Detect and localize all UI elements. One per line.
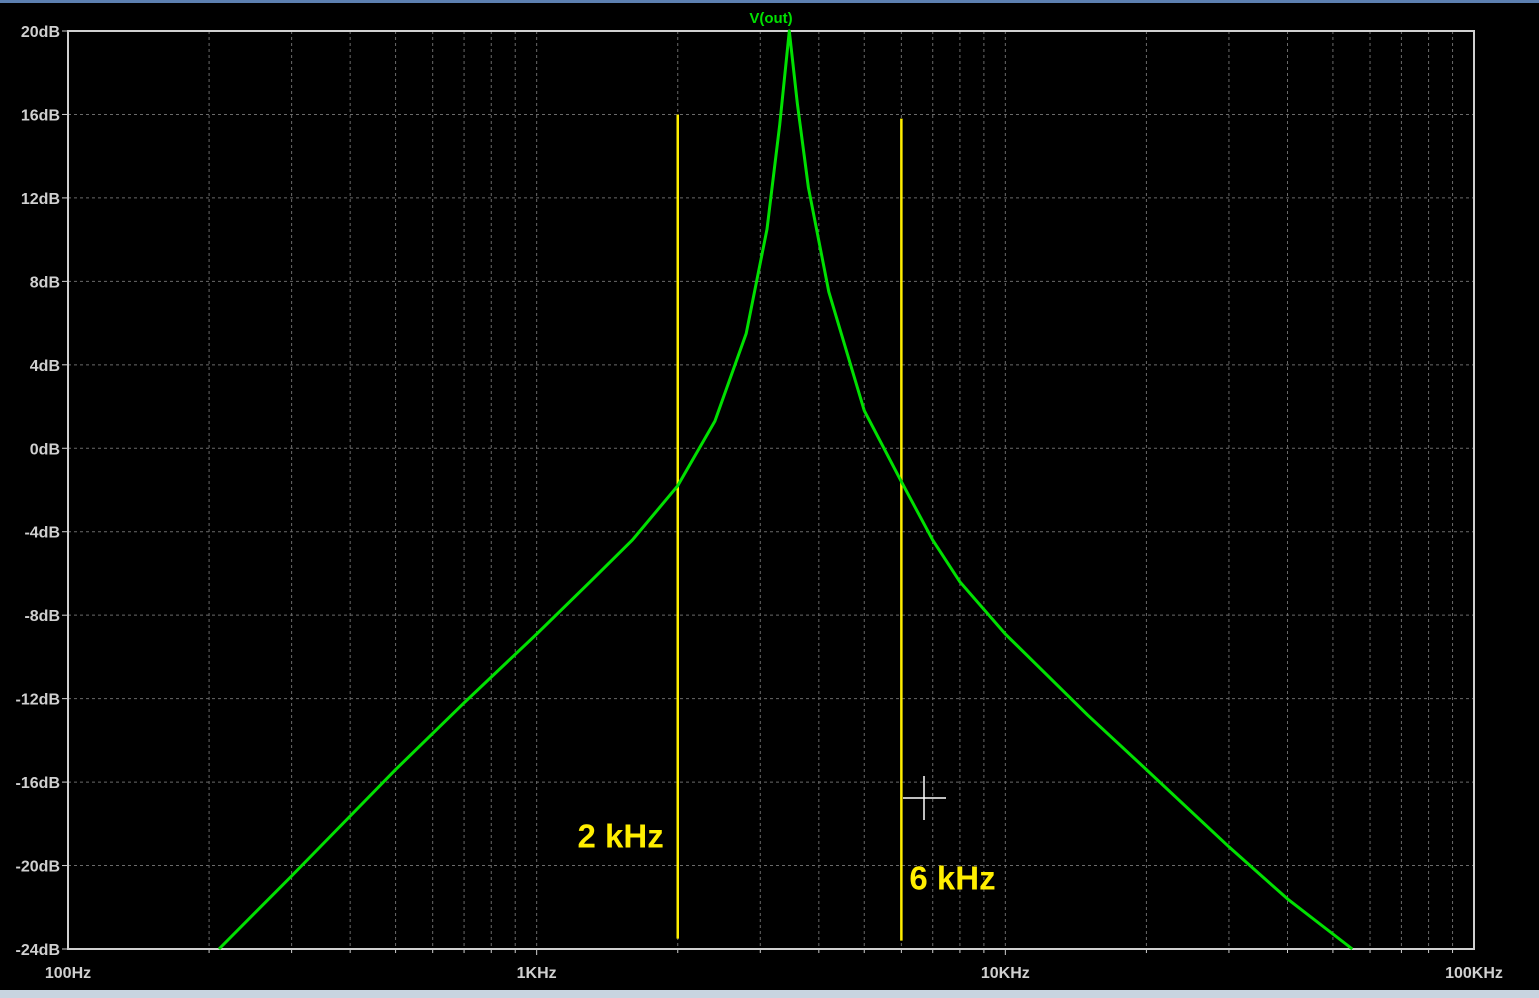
y-tick-label: -16dB — [16, 775, 60, 792]
axis-ticks: 20dB 16dB 12dB 8dB 4dB 0dB -4dB -8dB -12dB -16dB -… — [16, 24, 1503, 982]
y-tick-label: 16dB — [21, 107, 60, 124]
y-tick-label: 0dB — [30, 441, 60, 458]
plot-window[interactable]: 20dB 16dB 12dB 8dB 4dB 0dB -4dB -8dB -12dB -16dB -… — [0, 0, 1539, 998]
x-tick-label: 100Hz — [45, 965, 91, 982]
y-tick-label: -20dB — [16, 859, 60, 876]
grid — [68, 31, 1474, 949]
marker-label: 2 kHz — [578, 818, 664, 855]
window-top-border — [0, 0, 1539, 3]
y-tick-label: 4dB — [30, 358, 60, 375]
y-tick-label: 8dB — [30, 274, 60, 291]
x-tick-label: 100KHz — [1445, 965, 1503, 982]
plot-frame — [67, 30, 1475, 950]
y-tick-label: -24dB — [16, 942, 60, 959]
crosshair-cursor-icon — [903, 776, 946, 820]
marker-label: 6 kHz — [909, 860, 995, 897]
y-tick-label: -12dB — [16, 692, 60, 709]
y-tick-label: 20dB — [21, 24, 60, 41]
x-tick-label: 1KHz — [517, 965, 557, 982]
x-tick-label: 10KHz — [981, 965, 1030, 982]
trace-title[interactable]: V(out) — [749, 10, 792, 27]
y-tick-label: -8dB — [24, 608, 60, 625]
series-layer — [217, 29, 1354, 951]
series-line — [217, 29, 1354, 951]
y-tick-label: 12dB — [21, 191, 60, 208]
frequency-markers: 2 kHz 6 kHz — [578, 114, 996, 941]
window-bottom-border — [0, 990, 1539, 998]
y-tick-label: -4dB — [24, 525, 60, 542]
bode-plot[interactable]: 20dB 16dB 12dB 8dB 4dB 0dB -4dB -8dB -12dB -16dB -… — [0, 0, 1539, 990]
